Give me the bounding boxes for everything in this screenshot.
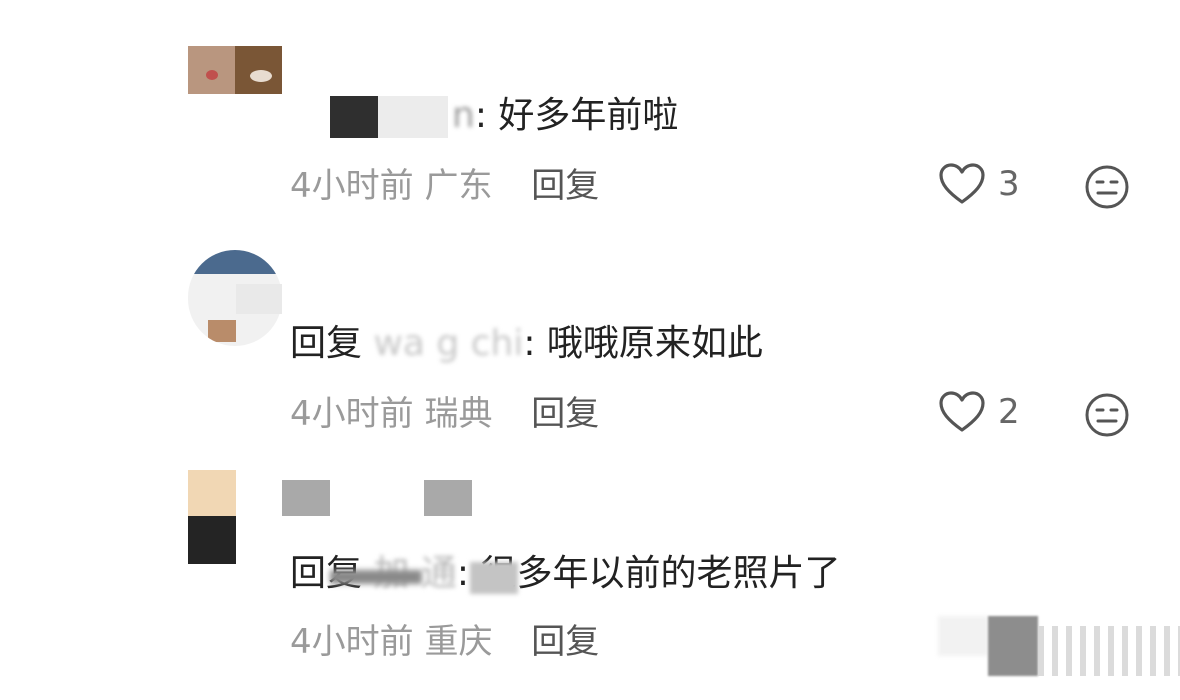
comment-text: n: 好多年前啦 bbox=[452, 94, 678, 138]
like-area-mask bbox=[1038, 626, 1180, 676]
reply-button[interactable]: 回复 bbox=[531, 166, 599, 206]
comment-item: 回复 wa g chi: 哦哦原来如此 4小时前 瑞典 回复 2 bbox=[0, 228, 1180, 456]
like-area-mask bbox=[988, 616, 1038, 676]
comment-meta: 4小时前 瑞典 回复 bbox=[290, 392, 599, 436]
avatar-part bbox=[206, 70, 218, 80]
location: 瑞典 bbox=[424, 394, 493, 434]
avatar-part bbox=[208, 320, 236, 342]
like-area-mask bbox=[938, 616, 988, 656]
comment-body: : 好多年前啦 bbox=[474, 95, 679, 136]
timestamp: 4小时前 bbox=[290, 166, 414, 206]
reply-button[interactable]: 回复 bbox=[531, 622, 599, 662]
neutral-face-icon[interactable] bbox=[1084, 392, 1130, 438]
comment-item: n: 好多年前啦 4小时前 广东 回复 3 bbox=[0, 0, 1180, 228]
like-count: 3 bbox=[998, 164, 1020, 204]
like-button[interactable]: 2 bbox=[938, 390, 1020, 434]
author-name-tail[interactable]: n bbox=[452, 95, 475, 136]
reply-to-name[interactable]: wa g chi bbox=[373, 323, 523, 364]
comment-item: 回复 加 通: 很多年以前的老照片了 4小时前 重庆 回复 bbox=[0, 456, 1180, 700]
timestamp: 4小时前 bbox=[290, 622, 414, 662]
location: 广东 bbox=[424, 166, 493, 206]
like-count: 2 bbox=[998, 392, 1020, 432]
avatar-part bbox=[188, 516, 236, 564]
avatar-part bbox=[188, 470, 236, 516]
like-button[interactable]: 3 bbox=[938, 162, 1020, 206]
heart-outline-icon bbox=[939, 391, 985, 432]
reply-name-mask bbox=[330, 570, 422, 584]
avatar[interactable] bbox=[188, 470, 236, 564]
comment-text: 回复 wa g chi: 哦哦原来如此 bbox=[290, 322, 763, 366]
avatar-part bbox=[250, 70, 272, 82]
reply-name-mask bbox=[470, 562, 518, 594]
comment-body: : 哦哦原来如此 bbox=[523, 323, 763, 364]
heart-outline-icon bbox=[939, 163, 985, 204]
username-mask bbox=[282, 480, 330, 516]
reply-button[interactable]: 回复 bbox=[531, 394, 599, 434]
avatar[interactable] bbox=[188, 46, 282, 94]
neutral-face-icon[interactable] bbox=[1084, 164, 1130, 210]
comment-meta: 4小时前 重庆 回复 bbox=[290, 620, 599, 664]
avatar-part bbox=[188, 250, 282, 274]
location: 重庆 bbox=[424, 622, 493, 662]
comment-meta: 4小时前 广东 回复 bbox=[290, 164, 599, 208]
reply-prefix: 回复 bbox=[290, 323, 363, 364]
timestamp: 4小时前 bbox=[290, 394, 414, 434]
username-mask bbox=[424, 480, 472, 516]
avatar-mask bbox=[236, 284, 282, 314]
username-mask bbox=[378, 96, 448, 138]
username-mask bbox=[330, 96, 378, 138]
